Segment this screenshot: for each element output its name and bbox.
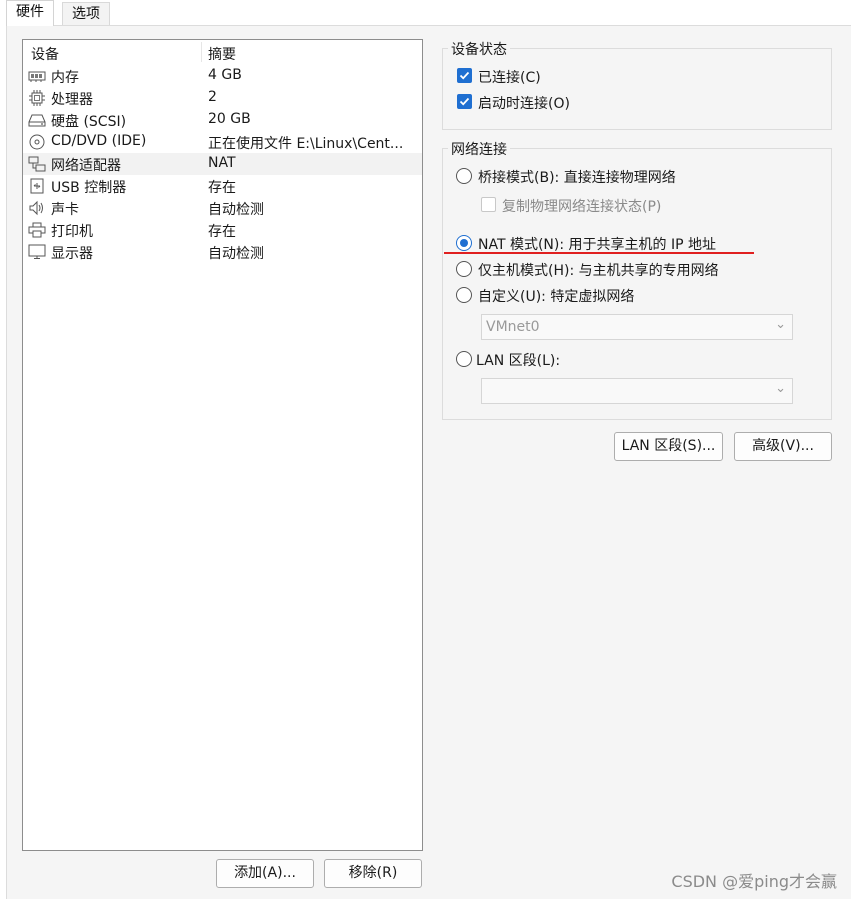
- device-name: 声卡: [51, 202, 79, 218]
- device-row-processor[interactable]: 处理器 2: [23, 87, 422, 109]
- custom-network-value: VMnet0: [486, 319, 540, 335]
- device-name: USB 控制器: [51, 180, 127, 196]
- device-name: 内存: [51, 70, 79, 86]
- check-icon: [459, 71, 470, 80]
- device-row-sound[interactable]: 声卡 自动检测: [23, 197, 422, 219]
- host-only-radio[interactable]: [456, 261, 472, 277]
- connect-on-start-checkbox[interactable]: [457, 94, 472, 109]
- lan-segment-select[interactable]: ⌄: [481, 378, 793, 404]
- device-summary: 存在: [208, 180, 236, 196]
- column-divider[interactable]: [201, 42, 202, 62]
- bridged-radio[interactable]: [456, 168, 472, 184]
- custom-label[interactable]: 自定义(U): 特定虚拟网络: [478, 286, 634, 306]
- check-icon: [459, 97, 470, 106]
- device-summary: 20 GB: [208, 111, 251, 127]
- nat-label[interactable]: NAT 模式(N): 用于共享主机的 IP 地址: [478, 234, 716, 254]
- network-connection-title: 网络连接: [448, 139, 510, 159]
- device-row-memory[interactable]: 内存 4 GB: [23, 65, 422, 87]
- device-summary: 4 GB: [208, 67, 242, 83]
- device-name: 处理器: [51, 92, 93, 108]
- device-row-display[interactable]: 显示器 自动检测: [23, 241, 422, 263]
- custom-network-select[interactable]: VMnet0 ⌄: [481, 314, 793, 340]
- lan-segments-button[interactable]: LAN 区段(S)...: [614, 432, 723, 461]
- connected-label[interactable]: 已连接(C): [478, 67, 541, 87]
- device-name: 显示器: [51, 246, 93, 262]
- device-list: 设备 摘要 内存 4 GB 处理器 2 硬盘 (SCSI) 20 GB CD/D…: [22, 39, 423, 851]
- device-name: 硬盘 (SCSI): [51, 114, 127, 130]
- lan-segment-label[interactable]: LAN 区段(L):: [476, 350, 560, 370]
- lan-segment-radio[interactable]: [456, 351, 472, 367]
- chevron-down-icon: ⌄: [775, 381, 786, 396]
- host-only-label[interactable]: 仅主机模式(H): 与主机共享的专用网络: [478, 260, 719, 280]
- display-icon: [28, 244, 46, 260]
- column-header-summary[interactable]: 摘要: [208, 44, 236, 64]
- device-summary: 2: [208, 89, 217, 105]
- watermark: CSDN @爱ping才会赢: [671, 872, 837, 891]
- device-summary: NAT: [208, 155, 236, 171]
- memory-icon: [28, 68, 46, 84]
- add-device-button[interactable]: 添加(A)...: [216, 859, 314, 888]
- device-summary: 存在: [208, 224, 236, 240]
- device-summary: 正在使用文件 E:\Linux\Cent...: [208, 136, 404, 152]
- tab-options[interactable]: 选项: [62, 2, 110, 26]
- device-row-usb[interactable]: USB 控制器 存在: [23, 175, 422, 197]
- column-header-device[interactable]: 设备: [31, 44, 59, 64]
- advanced-button[interactable]: 高级(V)...: [734, 432, 832, 461]
- device-row-network-adapter[interactable]: 网络适配器 NAT: [23, 153, 422, 175]
- usb-icon: [28, 178, 46, 194]
- device-status-group: [442, 48, 832, 130]
- device-name: 打印机: [51, 224, 93, 240]
- custom-radio[interactable]: [456, 287, 472, 303]
- processor-icon: [28, 90, 46, 106]
- device-row-cd-dvd[interactable]: CD/DVD (IDE) 正在使用文件 E:\Linux\Cent...: [23, 131, 422, 153]
- replicate-state-checkbox[interactable]: [481, 197, 496, 212]
- tab-bar: 硬件 选项: [0, 0, 851, 26]
- device-row-harddisk[interactable]: 硬盘 (SCSI) 20 GB: [23, 109, 422, 131]
- sound-icon: [28, 200, 46, 216]
- device-name: 网络适配器: [51, 158, 121, 174]
- connected-checkbox[interactable]: [457, 68, 472, 83]
- connect-on-start-label[interactable]: 启动时连接(O): [478, 93, 570, 113]
- device-name: CD/DVD (IDE): [51, 133, 147, 149]
- replicate-state-label[interactable]: 复制物理网络连接状态(P): [502, 196, 661, 216]
- device-status-title: 设备状态: [448, 39, 510, 59]
- remove-device-button[interactable]: 移除(R): [324, 859, 422, 888]
- chevron-down-icon: ⌄: [775, 317, 786, 332]
- device-list-header: 设备 摘要: [23, 40, 422, 64]
- nat-radio[interactable]: [456, 235, 472, 251]
- network-adapter-icon: [28, 156, 46, 172]
- annotation-underline: [444, 252, 754, 254]
- tab-hardware[interactable]: 硬件: [6, 0, 54, 26]
- cd-dvd-icon: [28, 134, 46, 150]
- device-row-printer[interactable]: 打印机 存在: [23, 219, 422, 241]
- bridged-label[interactable]: 桥接模式(B): 直接连接物理网络: [478, 167, 676, 187]
- device-summary: 自动检测: [208, 246, 264, 262]
- harddisk-icon: [28, 112, 46, 128]
- printer-icon: [28, 222, 46, 238]
- device-summary: 自动检测: [208, 202, 264, 218]
